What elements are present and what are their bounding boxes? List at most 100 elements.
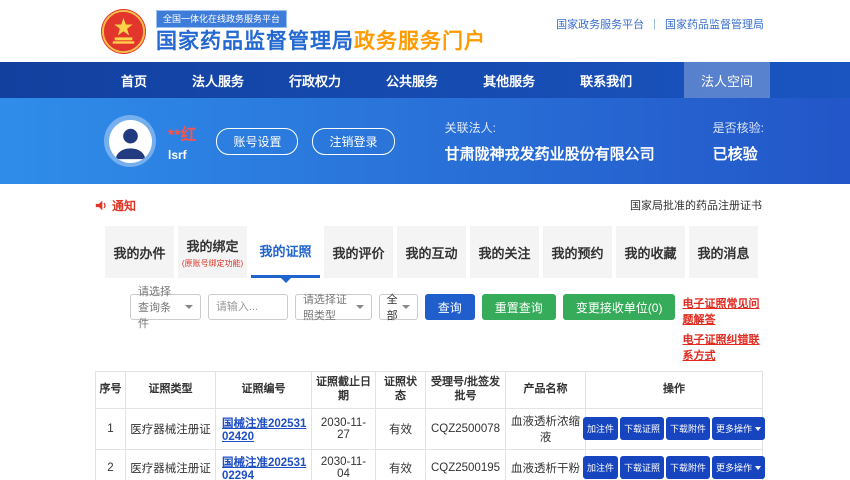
tab-my-interactions[interactable]: 我的互动 — [397, 226, 466, 278]
query-condition-value: 请选择查询条件 — [138, 283, 181, 331]
reset-button[interactable]: 重置查询 — [482, 294, 556, 320]
cell-expiry: 2030-11-27 — [312, 408, 376, 449]
certificates-table: 序号 证照类型 证照编号 证照截止日期 证照状态 受理号/批签发批号 产品名称 … — [95, 371, 763, 480]
title-primary: 国家药品监督管理局 — [156, 30, 354, 53]
col-status: 证照状态 — [376, 372, 426, 409]
nav-item-public-services[interactable]: 公共服务 — [386, 71, 438, 90]
account-settings-button[interactable]: 账号设置 — [216, 128, 298, 155]
add-annotation-button[interactable]: 加注件 — [583, 417, 618, 440]
tab-label: 我的证照 — [259, 241, 311, 260]
download-cert-button[interactable]: 下载证照 — [620, 456, 664, 479]
faq-link[interactable]: 电子证照常见问题解答 — [682, 295, 762, 327]
query-input[interactable] — [208, 294, 288, 320]
platform-badge: 全国一体化在线政务服务平台 — [156, 10, 287, 28]
nav-item-other-services[interactable]: 其他服务 — [483, 71, 535, 90]
tab-label: 我的互动 — [405, 243, 457, 262]
tab-label: 我的办件 — [113, 243, 165, 262]
cell-product: 血液透析干粉 — [506, 449, 586, 480]
main-nav: 首页 法人服务 行政权力 公共服务 其他服务 联系我们 法人空间 — [0, 62, 850, 98]
filter-row: 请选择查询条件 请选择证照类型 全部 查询 重置查询 变更接收单位(0) 电子证… — [130, 294, 762, 363]
cell-cert-number: 国械注准20253102294 — [216, 449, 312, 480]
chevron-down-icon — [755, 427, 761, 431]
page-title: 国家药品监督管理局政务服务门户 — [156, 30, 486, 53]
more-actions-button[interactable]: 更多操作 — [712, 417, 765, 440]
cert-type-select[interactable]: 请选择证照类型 — [295, 294, 372, 320]
tab-my-applications[interactable]: 我的办件 — [105, 226, 174, 278]
cell-status: 有效 — [376, 449, 426, 480]
col-cert-number: 证照编号 — [216, 372, 312, 409]
download-attachment-button[interactable]: 下载附件 — [666, 417, 710, 440]
link-nmpa[interactable]: 国家药品监督管理局 — [665, 16, 764, 32]
verify-status-badge: 已核验 — [713, 143, 764, 164]
link-national-gov-platform[interactable]: 国家政务服务平台 — [556, 16, 644, 32]
related-legal-label: 关联法人: — [445, 119, 655, 136]
avatar — [104, 115, 156, 167]
tab-my-reservations[interactable]: 我的预约 — [543, 226, 612, 278]
tab-my-follows[interactable]: 我的关注 — [470, 226, 539, 278]
cert-number-link[interactable]: 国械注准20253102420 — [222, 415, 308, 443]
tab-my-messages[interactable]: 我的消息 — [689, 226, 758, 278]
cell-actions: 加注件 下载证照 下载附件 更多操作 — [586, 449, 763, 480]
more-actions-button[interactable]: 更多操作 — [712, 456, 765, 479]
scope-value: 全部 — [387, 291, 398, 323]
banner-right-info: 关联法人: 甘肃陇神戎发药业股份有限公司 是否核验: 已核验 — [445, 119, 764, 164]
more-actions-label: 更多操作 — [716, 461, 752, 474]
username-sub: lsrf — [168, 148, 196, 162]
cell-product: 血液透析浓缩液 — [506, 408, 586, 449]
cell-cert-type: 医疗器械注册证 — [126, 449, 216, 480]
national-emblem-icon — [100, 8, 147, 55]
tab-label: 我的消息 — [697, 243, 749, 262]
table-header-row: 序号 证照类型 证照编号 证照截止日期 证照状态 受理号/批签发批号 产品名称 … — [96, 372, 763, 409]
account-buttons: 账号设置 注销登录 — [216, 128, 394, 155]
notice-label: 通知 — [112, 197, 136, 214]
nav-item-legal-services[interactable]: 法人服务 — [192, 71, 244, 90]
col-expiry: 证照截止日期 — [312, 372, 376, 409]
download-cert-button[interactable]: 下载证照 — [620, 417, 664, 440]
cell-acceptance: CQZ2500195 — [426, 449, 506, 480]
verify-block: 是否核验: 已核验 — [713, 119, 764, 164]
notice-bar: 通知 国家局批准的药品注册证书 — [95, 190, 762, 220]
cert-type-value: 请选择证照类型 — [303, 291, 352, 323]
more-actions-label: 更多操作 — [716, 422, 752, 435]
related-legal-value: 甘肃陇神戎发药业股份有限公司 — [445, 143, 655, 164]
scope-select[interactable]: 全部 — [379, 294, 418, 320]
table-row: 2 医疗器械注册证 国械注准20253102294 2030-11-04 有效 … — [96, 449, 763, 480]
error-contact-link[interactable]: 电子证照纠错联系方式 — [682, 331, 762, 363]
main-content: 通知 国家局批准的药品注册证书 我的办件 我的绑定 (原账号绑定功能) 我的证照… — [0, 190, 850, 480]
notice-label-group: 通知 — [95, 197, 136, 214]
tab-my-certificates[interactable]: 我的证照 — [251, 226, 320, 278]
chevron-down-icon — [402, 305, 410, 309]
username: **红 — [168, 121, 196, 145]
logo-group: 全国一体化在线政务服务平台 国家药品监督管理局政务服务门户 — [100, 8, 486, 55]
help-links: 电子证照常见问题解答 电子证照纠错联系方式 — [682, 294, 762, 363]
tab-my-favorites[interactable]: 我的收藏 — [616, 226, 685, 278]
nav-item-legal-space[interactable]: 法人空间 — [684, 62, 770, 98]
download-attachment-button[interactable]: 下载附件 — [666, 456, 710, 479]
active-tab-indicator — [281, 278, 291, 283]
related-legal-block: 关联法人: 甘肃陇神戎发药业股份有限公司 — [445, 119, 655, 164]
nav-item-admin-power[interactable]: 行政权力 — [289, 71, 341, 90]
tab-my-binding[interactable]: 我的绑定 (原账号绑定功能) — [178, 226, 247, 278]
cell-seq: 1 — [96, 408, 126, 449]
tab-my-evaluations[interactable]: 我的评价 — [324, 226, 393, 278]
user-avatar-icon — [109, 120, 152, 163]
user-name-block: **红 lsrf — [168, 121, 196, 162]
tab-label: 我的预约 — [551, 243, 603, 262]
chevron-down-icon — [356, 305, 364, 309]
add-annotation-button[interactable]: 加注件 — [583, 456, 618, 479]
tab-sub-label: (原账号绑定功能) — [182, 258, 243, 269]
notice-text[interactable]: 国家局批准的药品注册证书 — [630, 197, 762, 213]
tab-label: 我的绑定 — [186, 236, 238, 255]
logout-button[interactable]: 注销登录 — [312, 128, 394, 155]
table-row: 1 医疗器械注册证 国械注准20253102420 2030-11-27 有效 … — [96, 408, 763, 449]
query-condition-select[interactable]: 请选择查询条件 — [130, 294, 201, 320]
cell-expiry: 2030-11-04 — [312, 449, 376, 480]
change-receiver-button[interactable]: 变更接收单位(0) — [563, 294, 676, 320]
col-acceptance: 受理号/批签发批号 — [426, 372, 506, 409]
search-button[interactable]: 查询 — [425, 294, 475, 320]
cert-number-link[interactable]: 国械注准20253102294 — [222, 454, 308, 480]
nav-item-contact[interactable]: 联系我们 — [580, 71, 632, 90]
nav-item-home[interactable]: 首页 — [121, 71, 147, 90]
tab-label: 我的收藏 — [624, 243, 676, 262]
cell-cert-number: 国械注准20253102420 — [216, 408, 312, 449]
